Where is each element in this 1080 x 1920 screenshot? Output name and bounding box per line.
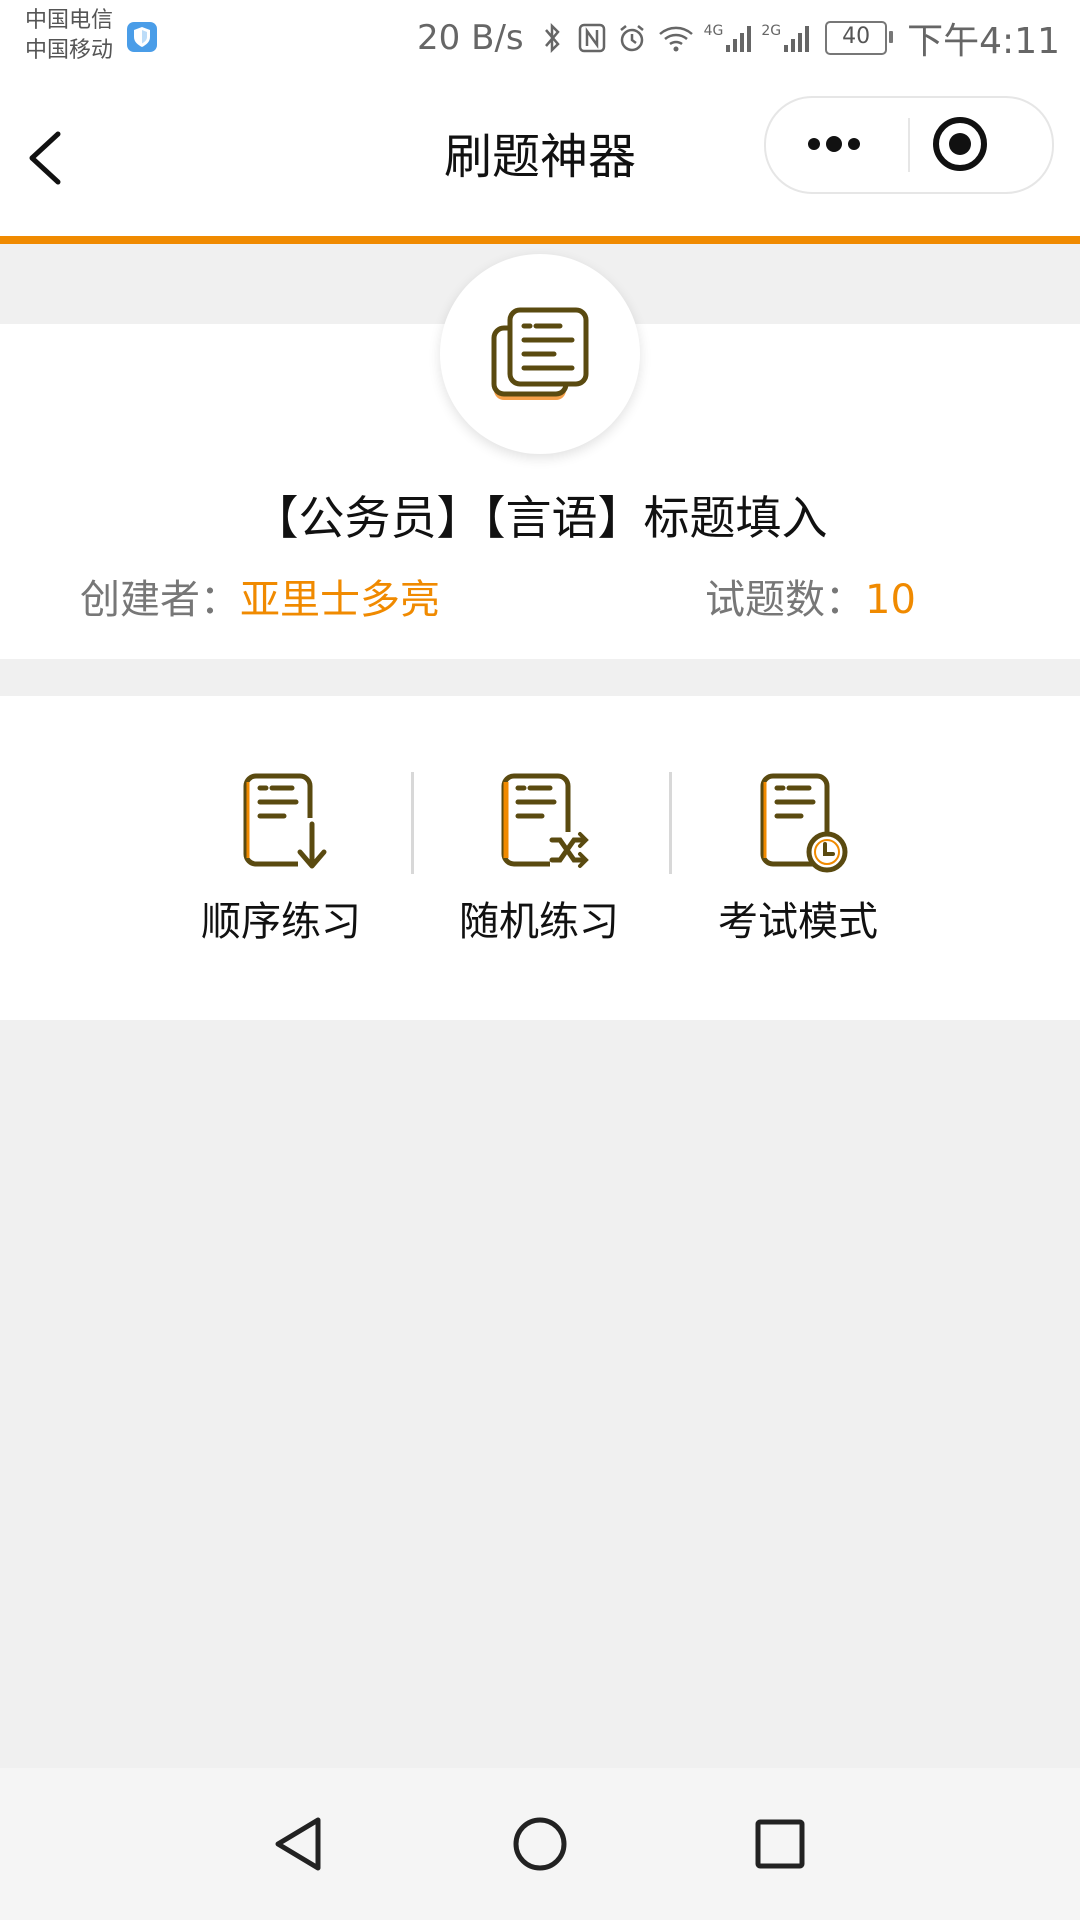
system-nav-bar	[0, 1768, 1080, 1920]
mode-divider	[669, 772, 672, 874]
carrier-1: 中国电信	[25, 8, 114, 33]
mode-divider	[411, 772, 414, 874]
creator-info: 创建者：亚里士多亮	[80, 570, 440, 630]
signal-bars-icon	[726, 26, 752, 52]
documents-icon	[491, 307, 589, 400]
nav-recents-square-icon[interactable]	[748, 1812, 812, 1876]
random-practice-button[interactable]: 随机练习	[419, 770, 659, 970]
creator-label: 创建者：	[80, 577, 240, 623]
nav-home-circle-icon[interactable]	[508, 1812, 572, 1876]
more-menu-button[interactable]	[766, 98, 908, 192]
close-mini-program-button[interactable]	[910, 98, 1052, 192]
mini-program-capsule	[764, 96, 1054, 194]
network-speed: 20 B/s	[417, 18, 524, 58]
status-time: 下午4:11	[907, 21, 1060, 62]
signal-bars-icon	[784, 26, 810, 52]
nav-back-triangle-icon[interactable]	[268, 1812, 332, 1876]
sequential-practice-button[interactable]: 顺序练习	[161, 770, 401, 970]
sequential-practice-label: 顺序练习	[201, 899, 361, 945]
exam-mode-icon	[760, 773, 848, 873]
signal-4g: 4G	[704, 23, 754, 53]
exam-mode-label: 考试模式	[718, 899, 878, 945]
shield-icon	[127, 22, 157, 52]
sequential-practice-icon	[243, 773, 327, 870]
question-count-label: 试题数：	[705, 577, 865, 623]
status-bar: 中国电信 中国移动 20 B/s 4G 2G 40 下午4:11	[0, 0, 1080, 80]
signal-2g: 2G	[761, 23, 811, 53]
nav-bar: 刷题神器	[0, 80, 1080, 236]
question-count-value: 10	[865, 577, 916, 623]
question-bank-title: 【公务员】【言语】标题填入	[252, 491, 828, 545]
alarm-icon	[619, 25, 644, 52]
signal-4g-label: 4G	[703, 23, 724, 39]
wifi-icon	[658, 26, 693, 52]
battery-indicator: 40	[825, 21, 894, 55]
random-practice-icon	[501, 773, 590, 870]
back-button[interactable]	[18, 120, 78, 196]
nfc-icon	[578, 23, 605, 53]
question-count-info: 试题数：10	[705, 570, 916, 630]
exam-mode-button[interactable]: 考试模式	[678, 770, 918, 970]
bluetooth-icon	[544, 22, 560, 54]
signal-2g-label: 2G	[761, 23, 782, 39]
random-practice-label: 随机练习	[459, 899, 619, 945]
nav-accent-line	[0, 236, 1080, 244]
carrier-info: 中国电信 中国移动	[25, 6, 113, 66]
carrier-2: 中国移动	[25, 38, 114, 63]
creator-name: 亚里士多亮	[240, 577, 440, 623]
practice-modes: 顺序练习 随机练习 考试模式	[0, 696, 1080, 1020]
question-bank-avatar	[440, 254, 640, 454]
